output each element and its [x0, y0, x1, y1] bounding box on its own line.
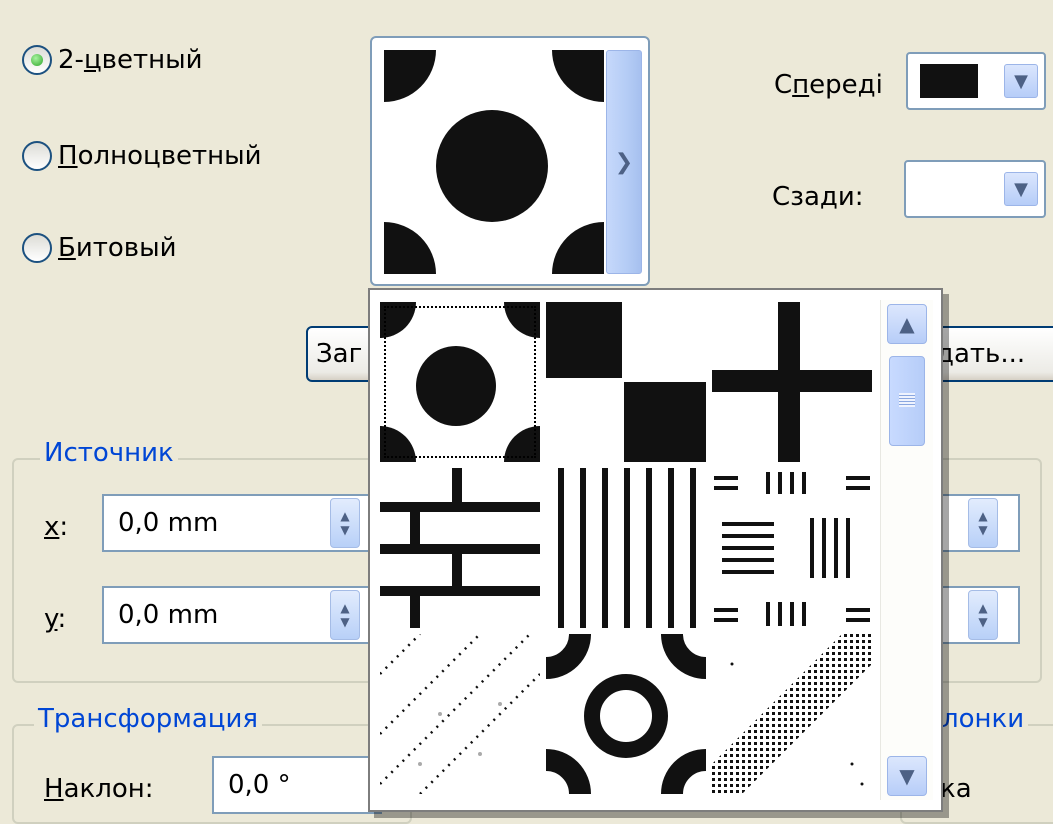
radio-bitmap-label: Битовый — [58, 233, 177, 263]
back-color-picker[interactable]: ▼ — [904, 160, 1046, 218]
chevron-down-icon: ▼ — [899, 764, 915, 788]
pattern-tile-checker[interactable] — [546, 302, 706, 462]
pattern-preview-image — [384, 50, 604, 274]
back-color-dropdown[interactable]: ▼ — [1004, 172, 1038, 206]
skew-value: 0,0 ° — [228, 770, 291, 800]
width-stepper[interactable]: ▲ ▼ — [968, 498, 998, 548]
arrow-up-icon: ▲ — [978, 601, 988, 615]
front-color-swatch — [920, 64, 978, 98]
arrow-up-icon: ▲ — [340, 509, 350, 523]
pattern-preview-combo[interactable]: ❯ — [370, 36, 650, 286]
tiles-group-title: лонки — [938, 704, 1029, 734]
chevron-down-icon: ▼ — [1014, 178, 1028, 200]
radio-two-color[interactable]: 2-цветный — [22, 38, 203, 82]
scroll-thumb[interactable] — [889, 356, 925, 446]
scroll-up-button[interactable]: ▲ — [887, 304, 927, 344]
back-color-swatch — [918, 172, 976, 206]
arrow-up-icon: ▲ — [340, 601, 350, 615]
radio-indicator[interactable] — [22, 45, 52, 75]
front-color-dropdown[interactable]: ▼ — [1004, 64, 1038, 98]
back-color-label: Сзади: — [772, 182, 864, 212]
chevron-up-icon: ▲ — [899, 312, 915, 336]
radio-indicator[interactable] — [22, 141, 52, 171]
front-color-picker[interactable]: ▼ — [906, 52, 1046, 110]
chevron-down-icon: ▼ — [1014, 70, 1028, 92]
pattern-tile-weave[interactable] — [712, 468, 872, 628]
load-button-label: Заг — [316, 339, 363, 369]
y-label: y: — [44, 604, 67, 634]
pattern-tile-circles[interactable] — [380, 302, 540, 462]
x-offset-stepper[interactable]: ▲ ▼ — [330, 498, 360, 548]
pattern-picker-popup: ▲ ▼ — [368, 288, 943, 812]
skew-input[interactable]: 0,0 ° — [212, 756, 382, 814]
arrow-down-icon: ▼ — [340, 615, 350, 629]
y-offset-value: 0,0 mm — [118, 600, 219, 630]
radio-full-color-label: Полноцветный — [58, 141, 262, 171]
pattern-tile-halftone-diagonal[interactable] — [712, 634, 872, 794]
x-offset-value: 0,0 mm — [118, 508, 219, 538]
pattern-tile-vertical-lines[interactable] — [546, 468, 706, 628]
pattern-tile-bricks[interactable] — [380, 468, 540, 628]
arrow-down-icon: ▼ — [340, 523, 350, 537]
front-color-label: Спереді — [774, 70, 883, 100]
radio-bitmap[interactable]: Битовый — [22, 226, 177, 270]
skew-label: Наклон: — [44, 774, 154, 804]
arrow-up-icon: ▲ — [978, 509, 988, 523]
arrow-down-icon: ▼ — [978, 523, 988, 537]
pattern-dropdown-button[interactable]: ❯ — [606, 50, 642, 274]
height-stepper[interactable]: ▲ ▼ — [968, 590, 998, 640]
scroll-down-button[interactable]: ▼ — [887, 756, 927, 796]
create-button-label: дать... — [936, 339, 1026, 369]
arrow-down-icon: ▼ — [978, 615, 988, 629]
tiles-checkbox-label: ка — [940, 774, 972, 804]
source-group-title: Источник — [40, 438, 178, 468]
radio-two-color-label: 2-цветный — [58, 45, 203, 75]
x-label: x: — [44, 512, 69, 542]
radio-full-color[interactable]: Полноцветный — [22, 134, 262, 178]
pattern-tile-diagonal-dots[interactable] — [380, 634, 540, 794]
pattern-tile-cross[interactable] — [712, 302, 872, 462]
y-offset-stepper[interactable]: ▲ ▼ — [330, 590, 360, 640]
radio-indicator[interactable] — [22, 233, 52, 263]
pattern-scrollbar[interactable]: ▲ ▼ — [880, 300, 933, 800]
transform-group-title: Трансформация — [34, 704, 263, 734]
pattern-tile-rings[interactable] — [546, 634, 706, 794]
chevron-down-icon: ❯ — [614, 149, 634, 175]
